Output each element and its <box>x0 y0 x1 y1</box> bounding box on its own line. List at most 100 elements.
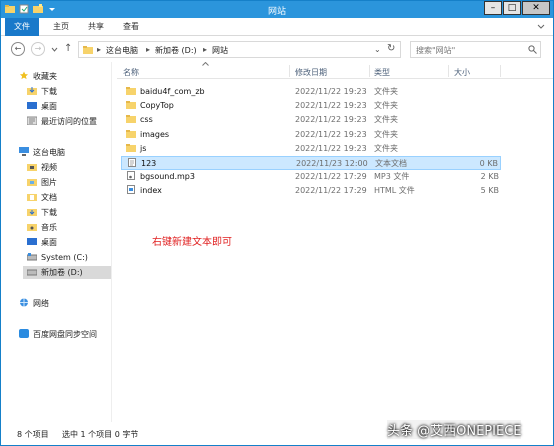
nav-pc-downloads[interactable]: 下载 <box>27 206 57 219</box>
chevron-down-icon[interactable] <box>537 24 545 30</box>
watermark: 头条 @艾西ONEPIECE <box>387 420 522 439</box>
file-row[interactable]: CopyTop 2022/11/22 19:23 文件夹 <box>121 99 501 113</box>
downloads-icon <box>27 87 37 95</box>
maximize-button[interactable]: □ <box>503 1 521 15</box>
column-date[interactable]: 修改日期 <box>295 67 327 78</box>
address-toolbar: ← → ↑ ▸ 这台电脑 ▸ 新加卷 (D:) ▸ 网站 ⌄ ↻ 搜索"网站" <box>1 37 553 61</box>
computer-icon <box>19 147 29 156</box>
file-row[interactable]: images 2022/11/22 19:23 文件夹 <box>121 128 501 142</box>
nav-pc-system-c[interactable]: System (C:) <box>27 251 88 264</box>
nav-fav-desktop[interactable]: 桌面 <box>27 100 57 113</box>
column-headers: 名称 修改日期 类型 大小 <box>117 62 553 79</box>
nav-this-pc[interactable]: 这台电脑 <box>19 146 65 159</box>
file-date: 2022/11/22 19:23 <box>295 87 367 96</box>
file-row[interactable]: 123 2022/11/23 12:00 文本文档 0 KB <box>121 156 501 170</box>
file-date: 2022/11/22 19:23 <box>295 115 367 125</box>
music-icon <box>27 224 37 231</box>
downloads-icon <box>27 209 37 216</box>
tab-file[interactable]: 文件 <box>5 18 39 36</box>
nav-label: 音乐 <box>41 223 57 232</box>
nav-pc-documents[interactable]: 文档 <box>27 191 57 204</box>
file-date: 2022/11/22 19:23 <box>295 129 367 139</box>
audio-file-icon <box>127 171 135 181</box>
file-name-text: 123 <box>141 159 157 168</box>
star-icon <box>19 71 29 80</box>
file-name-text: baidu4f_com_zb <box>140 87 205 96</box>
forward-button[interactable]: → <box>31 42 45 56</box>
file-row[interactable]: js 2022/11/22 19:23 文件夹 <box>121 142 501 156</box>
breadcrumb-website[interactable]: 网站 <box>212 45 228 56</box>
file-name-text: index <box>140 186 162 196</box>
file-name-text: bgsound.mp3 <box>140 172 195 182</box>
nav-label: 桌面 <box>41 102 57 111</box>
file-type: 文件夹 <box>374 115 398 125</box>
nav-label: 最近访问的位置 <box>41 117 97 126</box>
window-title: 网站 <box>267 7 286 17</box>
nav-label: 这台电脑 <box>33 148 65 157</box>
videos-icon <box>27 164 37 171</box>
chevron-down-icon[interactable]: ⌄ <box>374 45 381 54</box>
nav-label: 视频 <box>41 163 57 172</box>
recent-locations-icon[interactable] <box>51 47 58 52</box>
title-bar: 网站 – □ ✕ <box>1 1 553 18</box>
column-divider[interactable] <box>369 65 370 77</box>
column-name[interactable]: 名称 <box>123 67 139 78</box>
file-type: 文件夹 <box>374 129 398 139</box>
file-row[interactable]: baidu4f_com_zb 2022/11/22 19:23 文件夹 <box>121 85 501 99</box>
tab-home[interactable]: 主页 <box>47 18 75 36</box>
cloud-sync-icon <box>19 329 29 338</box>
column-divider[interactable] <box>289 65 290 77</box>
file-date: 2022/11/22 19:23 <box>295 101 367 111</box>
tab-share[interactable]: 共享 <box>82 18 110 36</box>
file-type: MP3 文件 <box>374 172 410 182</box>
file-row[interactable]: index 2022/11/22 17:29 HTML 文件 5 KB <box>121 184 501 198</box>
breadcrumb-drive-d[interactable]: 新加卷 (D:) <box>155 45 197 56</box>
column-divider[interactable] <box>448 65 449 77</box>
close-button[interactable]: ✕ <box>522 1 550 15</box>
explorer-window: 网站 – □ ✕ 文件 主页 共享 查看 ← → ↑ ▸ 这台电脑 ▸ 新加卷 … <box>0 0 554 446</box>
file-name: 123 <box>127 157 156 171</box>
file-name: baidu4f_com_zb <box>126 85 205 99</box>
file-row[interactable]: css 2022/11/22 19:23 文件夹 <box>121 113 501 127</box>
nav-pc-pictures[interactable]: 图片 <box>27 176 57 189</box>
recent-places-icon <box>27 116 37 125</box>
file-size: 0 KB <box>479 159 498 168</box>
refresh-icon[interactable]: ↻ <box>387 43 395 54</box>
nav-pc-videos[interactable]: 视频 <box>27 161 57 174</box>
nav-pc-drive-d[interactable]: 新加卷 (D:) <box>23 266 111 279</box>
column-type[interactable]: 类型 <box>374 67 390 78</box>
nav-pc-desktop[interactable]: 桌面 <box>27 236 57 249</box>
column-size[interactable]: 大小 <box>454 67 470 78</box>
text-file-icon <box>128 158 136 167</box>
folder-icon <box>83 46 93 54</box>
file-name-text: js <box>140 143 147 153</box>
file-name-text: images <box>140 129 170 139</box>
html-file-icon <box>127 185 135 195</box>
item-count: 8 个项目 <box>17 430 49 439</box>
folder-icon <box>126 129 136 138</box>
nav-fav-recent[interactable]: 最近访问的位置 <box>27 115 97 128</box>
sort-ascending-icon <box>202 62 209 66</box>
column-divider[interactable] <box>500 65 501 77</box>
file-type: 文件夹 <box>374 143 398 153</box>
drive-icon <box>27 269 37 276</box>
nav-baidu-sync[interactable]: 百度网盘同步空间 <box>19 328 97 341</box>
up-button[interactable]: ↑ <box>64 43 72 54</box>
file-name-text: CopyTop <box>140 101 174 111</box>
search-placeholder: 搜索"网站" <box>416 46 456 55</box>
back-button[interactable]: ← <box>11 42 25 56</box>
nav-network[interactable]: 网络 <box>19 297 49 310</box>
file-type: 文本文档 <box>375 159 407 168</box>
address-bar[interactable]: ▸ 这台电脑 ▸ 新加卷 (D:) ▸ 网站 ⌄ ↻ <box>78 41 401 58</box>
minimize-button[interactable]: – <box>484 1 502 15</box>
folder-icon <box>126 115 136 124</box>
navigation-pane: 收藏夹 下载 桌面 最近访问的位置 这台电脑 视频 图片 文档 下载 音乐 桌面… <box>1 62 112 422</box>
file-row[interactable]: bgsound.mp3 2022/11/22 17:29 MP3 文件 2 KB <box>121 170 501 184</box>
tab-view[interactable]: 查看 <box>117 18 145 36</box>
nav-fav-downloads[interactable]: 下载 <box>27 85 57 98</box>
nav-favorites[interactable]: 收藏夹 <box>19 70 57 83</box>
breadcrumb-this-pc[interactable]: 这台电脑 <box>106 45 138 56</box>
search-icon[interactable] <box>528 45 537 54</box>
search-input[interactable]: 搜索"网站" <box>410 41 541 58</box>
nav-pc-music[interactable]: 音乐 <box>27 221 57 234</box>
